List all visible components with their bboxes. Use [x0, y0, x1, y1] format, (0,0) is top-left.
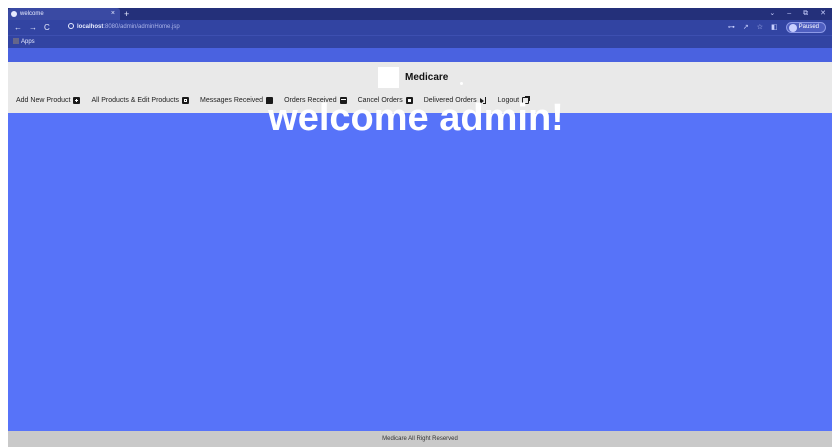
side-panel-icon[interactable]: ◧	[771, 21, 778, 34]
site-info-icon[interactable]	[68, 23, 74, 29]
address-bar[interactable]: localhost:8080/admin/adminHome.jsp	[68, 22, 568, 33]
avatar	[788, 24, 797, 32]
bookmarks-bar: Apps	[8, 35, 832, 48]
forward-button[interactable]: →	[29, 20, 37, 35]
site-footer: Medicare All Right Reserved	[8, 431, 832, 447]
tab-search-icon[interactable]: ⌄	[769, 8, 775, 20]
browser-window: welcome × + ⌄ – ⧉ ✕ ← → C localhost:8080…	[0, 0, 832, 447]
url-host: localhost	[77, 24, 104, 30]
page-top-band	[8, 48, 832, 62]
favicon-icon	[11, 11, 17, 17]
browser-toolbar: ← → C localhost:8080/admin/adminHome.jsp…	[8, 20, 832, 35]
welcome-heading: welcome admin!	[268, 97, 564, 139]
toolbar-actions: ⊶ ↗ ☆ ◧ Paused	[728, 21, 826, 34]
close-window-button[interactable]: ✕	[820, 8, 826, 20]
browser-tab[interactable]: welcome ×	[8, 8, 120, 20]
decorative-dot	[460, 82, 463, 85]
bookmark-star-icon[interactable]: ☆	[757, 21, 763, 34]
brand[interactable]: Medicare	[378, 67, 448, 88]
apps-shortcut[interactable]: Apps	[13, 36, 35, 48]
brand-name: Medicare	[405, 72, 449, 83]
nav-buttons: ← → C	[14, 20, 50, 35]
tab-strip: welcome × + ⌄ – ⧉ ✕	[8, 8, 832, 20]
url-path: :8080/admin/adminHome.jsp	[103, 24, 180, 30]
reload-button[interactable]: C	[44, 20, 50, 35]
key-icon[interactable]: ⊶	[728, 21, 735, 34]
minimize-button[interactable]: –	[787, 8, 791, 20]
apps-grid-icon	[13, 38, 19, 44]
tab-close-button[interactable]: ×	[111, 8, 115, 20]
browser-chrome: welcome × + ⌄ – ⧉ ✕ ← → C localhost:8080…	[8, 8, 832, 48]
profile-button[interactable]: Paused	[785, 22, 826, 33]
share-icon[interactable]: ↗	[743, 21, 749, 34]
tab-title: welcome	[20, 11, 44, 17]
window-controls: ⌄ – ⧉ ✕	[769, 8, 826, 20]
new-tab-button[interactable]: +	[124, 8, 129, 20]
back-button[interactable]: ←	[14, 20, 22, 35]
restore-button[interactable]: ⧉	[803, 8, 808, 20]
profile-status: Paused	[798, 24, 819, 30]
apps-label: Apps	[21, 39, 35, 45]
logo	[378, 67, 399, 88]
